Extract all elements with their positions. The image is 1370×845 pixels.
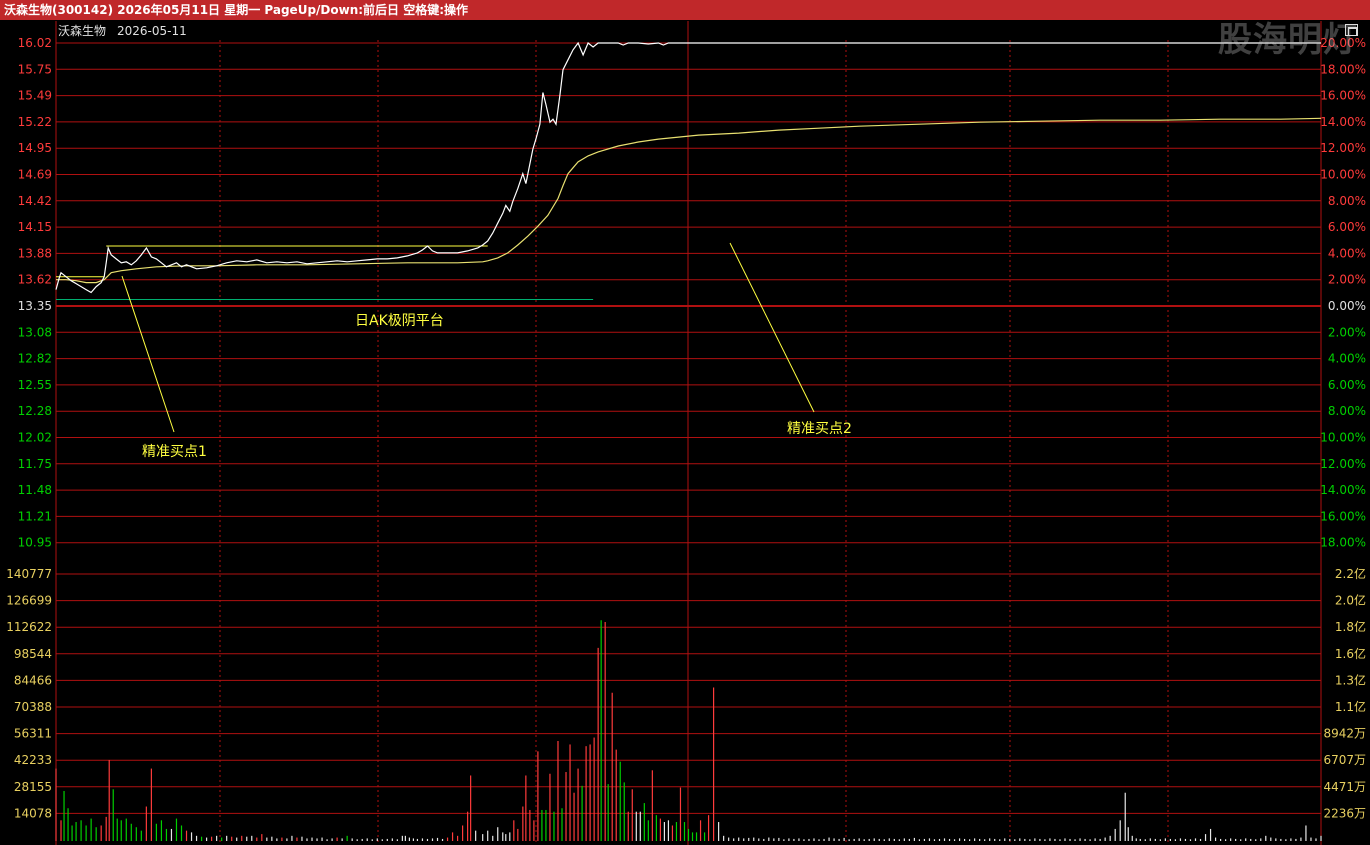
volume-tick-label: 140777: [6, 567, 52, 581]
price-tick-label: 15.49: [18, 89, 52, 103]
price-tick-label: 12.55: [18, 378, 52, 392]
stock-name-label: 沃森生物: [58, 23, 106, 38]
price-tick-label: 13.35: [18, 299, 52, 313]
amount-tick-label: 1.6亿: [1335, 646, 1366, 661]
price-tick-label: 12.82: [18, 352, 52, 366]
pct-tick-label: 10.00%: [1320, 431, 1366, 445]
volume-tick-label: 126699: [6, 594, 52, 608]
volume-tick-label: 14078: [14, 806, 52, 820]
restore-window-button[interactable]: [1345, 24, 1358, 36]
pct-tick-label: 8.00%: [1328, 404, 1366, 418]
price-tick-label: 15.22: [18, 115, 52, 129]
pct-tick-label: 12.00%: [1320, 457, 1366, 471]
pct-tick-label: 6.00%: [1328, 220, 1366, 234]
pct-tick-label: 18.00%: [1320, 536, 1366, 550]
amount-tick-label: 8942万: [1323, 727, 1366, 741]
pct-tick-label: 2.00%: [1328, 325, 1366, 339]
price-tick-label: 10.95: [18, 536, 52, 550]
pct-tick-label: 2.00%: [1328, 273, 1366, 287]
volume-tick-label: 70388: [14, 700, 52, 714]
pct-tick-label: 14.00%: [1320, 115, 1366, 129]
amount-tick-label: 2.0亿: [1335, 593, 1366, 608]
watermark-logo: 股海明灯: [1218, 20, 1358, 60]
price-tick-label: 16.02: [18, 36, 52, 50]
buy-point-2-pointer: [729, 242, 815, 413]
amount-tick-label: 1.8亿: [1335, 619, 1366, 634]
volume-tick-label: 56311: [14, 727, 52, 741]
volume-tick-label: 42233: [14, 753, 52, 767]
price-tick-label: 15.75: [18, 62, 52, 76]
pct-tick-label: 8.00%: [1328, 194, 1366, 208]
platform-label: 日AK极阴平台: [355, 313, 444, 329]
intraday-chart[interactable]: 16.02 20.00%15.75 18.00%15.49 16.00%15.22 14…: [0, 20, 1370, 845]
pct-tick-label: 18.00%: [1320, 62, 1366, 76]
price-tick-label: 12.28: [18, 404, 52, 418]
volume-tick-label: 28155: [14, 780, 52, 794]
window-title: 沃森生物(300142) 2026年05月11日 星期一 PageUp/Down…: [4, 3, 469, 17]
buy-point-2-label: 精准买点2: [787, 421, 852, 437]
price-tick-label: 11.75: [18, 457, 52, 471]
price-tick-label: 13.88: [18, 246, 52, 260]
price-tick-label: 14.95: [18, 141, 52, 155]
price-tick-label: 13.08: [18, 325, 52, 339]
chart-axes: 16.02 20.00%15.75 18.00%15.49 16.00%15.22 14…: [6, 36, 1366, 820]
annotations: 沃森生物 2026-05-11 日AK极阴平台 精准买点1 精准买点2: [58, 23, 852, 460]
volume-tick-label: 112622: [6, 620, 52, 634]
volume-tick-label: 84466: [14, 673, 52, 687]
amount-tick-label: 4471万: [1323, 780, 1366, 794]
pct-tick-label: 10.00%: [1320, 168, 1366, 182]
volume-tick-label: 98544: [14, 647, 52, 661]
chart-date-label: 2026-05-11: [117, 24, 187, 38]
pct-tick-label: 16.00%: [1320, 509, 1366, 523]
pct-tick-label: 12.00%: [1320, 141, 1366, 155]
pct-tick-label: 14.00%: [1320, 483, 1366, 497]
amount-tick-label: 2.2亿: [1335, 566, 1366, 581]
price-tick-label: 14.69: [18, 168, 52, 182]
amount-tick-label: 6707万: [1323, 753, 1366, 767]
pct-tick-label: 4.00%: [1328, 246, 1366, 260]
window-title-bar: 沃森生物(300142) 2026年05月11日 星期一 PageUp/Down…: [0, 0, 1370, 20]
price-tick-label: 14.15: [18, 220, 52, 234]
pct-tick-label: 16.00%: [1320, 89, 1366, 103]
pct-tick-label: 0.00%: [1328, 299, 1366, 313]
chart-grid: [55, 21, 1322, 845]
amount-tick-label: 2236万: [1323, 806, 1366, 820]
price-tick-label: 13.62: [18, 273, 52, 287]
price-tick-label: 11.48: [18, 483, 52, 497]
pct-tick-label: 4.00%: [1328, 352, 1366, 366]
amount-tick-label: 1.3亿: [1335, 672, 1366, 687]
price-tick-label: 11.21: [18, 509, 52, 523]
price-tick-label: 12.02: [18, 431, 52, 445]
pct-tick-label: 6.00%: [1328, 378, 1366, 392]
buy-point-1-label: 精准买点1: [142, 444, 207, 460]
amount-tick-label: 1.1亿: [1335, 699, 1366, 714]
price-tick-label: 14.42: [18, 194, 52, 208]
